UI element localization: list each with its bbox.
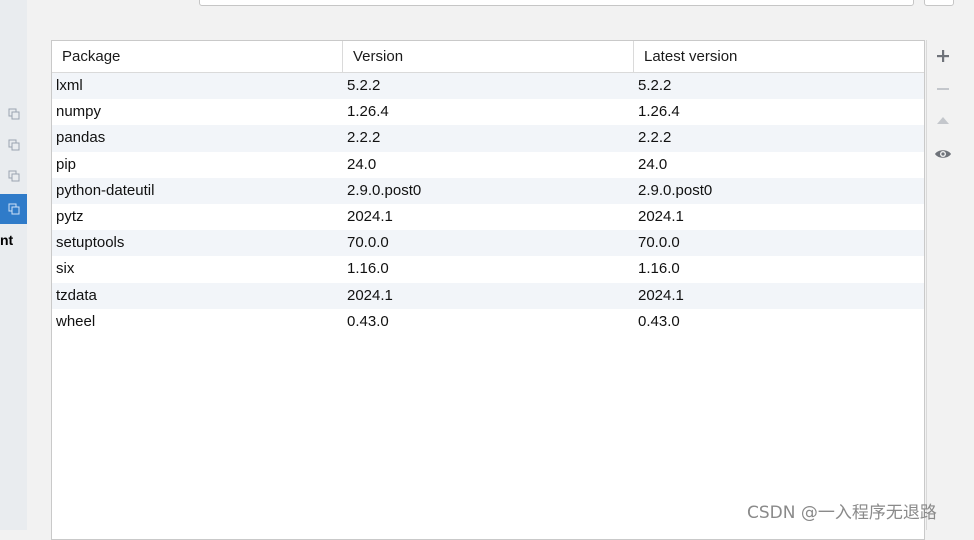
package-name: pytz [56, 207, 84, 225]
package-latest-version: 1.16.0 [638, 260, 680, 278]
package-latest-version: 2.2.2 [638, 129, 672, 147]
sidebar-item-4-selected[interactable] [0, 194, 27, 224]
package-latest-version: 2024.1 [638, 286, 684, 304]
table-body: lxml 5.2.2 5.2.2 numpy 1.26.4 1.26.4 pan… [52, 73, 924, 335]
package-name: setuptools [56, 234, 125, 252]
package-version: 2.2.2 [347, 129, 381, 147]
package-latest-version: 5.2.2 [638, 77, 672, 94]
column-header-package[interactable]: Package [52, 41, 343, 72]
table-row[interactable]: pandas 2.2.2 2.2.2 [52, 125, 924, 152]
package-toolbar [926, 40, 959, 530]
package-name: lxml [56, 77, 83, 94]
plus-icon [937, 50, 949, 62]
package-latest-version: 0.43.0 [638, 312, 680, 330]
table-row[interactable]: pip 24.0 24.0 [52, 151, 924, 178]
package-latest-version: 2024.1 [638, 207, 684, 225]
package-version: 5.2.2 [347, 77, 381, 94]
package-name: numpy [56, 103, 102, 121]
table-row[interactable]: tzdata 2024.1 2024.1 [52, 282, 924, 309]
remove-package-button[interactable] [930, 76, 956, 102]
package-name: tzdata [56, 286, 97, 304]
column-header-version[interactable]: Version [343, 41, 634, 72]
copy-icon [8, 170, 19, 182]
sidebar-item-3[interactable] [0, 161, 27, 191]
show-early-releases-button[interactable] [930, 141, 956, 167]
eye-icon [935, 150, 951, 158]
minus-icon [937, 88, 949, 90]
package-version: 2.9.0.post0 [347, 181, 422, 199]
package-version: 1.16.0 [347, 260, 389, 278]
package-version: 24.0 [347, 155, 377, 173]
sidebar-partial-label: nt [0, 232, 14, 248]
copy-icon [8, 108, 19, 120]
package-latest-version: 2.9.0.post0 [638, 181, 713, 199]
add-package-button[interactable] [930, 43, 956, 69]
package-version: 70.0.0 [347, 234, 389, 252]
watermark-text: CSDN @一入程序无退路 [747, 503, 937, 523]
table-header: Package Version Latest version [52, 41, 924, 73]
sidebar-item-2[interactable] [0, 130, 27, 160]
table-row[interactable]: lxml 5.2.2 5.2.2 [52, 73, 924, 100]
package-version: 2024.1 [347, 286, 393, 304]
package-name: pip [56, 155, 77, 173]
sidebar-item-1[interactable] [0, 99, 27, 129]
copy-icon [8, 139, 19, 151]
package-name: wheel [56, 312, 96, 330]
table-row[interactable]: pytz 2024.1 2024.1 [52, 203, 924, 231]
package-version: 1.26.4 [347, 103, 389, 121]
package-version: 2024.1 [347, 207, 393, 225]
table-row[interactable]: numpy 1.26.4 1.26.4 [52, 99, 924, 126]
top-side-button[interactable] [924, 0, 954, 6]
upgrade-package-button[interactable] [930, 108, 956, 134]
top-input-field[interactable] [199, 0, 914, 6]
table-row[interactable]: wheel 0.43.0 0.43.0 [52, 308, 924, 335]
package-name: pandas [56, 129, 106, 147]
package-name: python-dateutil [56, 181, 155, 199]
table-row[interactable]: six 1.16.0 1.16.0 [52, 256, 924, 283]
column-header-latest-version[interactable]: Latest version [634, 41, 924, 72]
table-row[interactable]: setuptools 70.0.0 70.0.0 [52, 230, 924, 257]
package-latest-version: 70.0.0 [638, 234, 680, 252]
triangle-up-icon [937, 117, 949, 124]
table-row[interactable]: python-dateutil 2.9.0.post0 2.9.0.post0 [52, 177, 924, 204]
package-latest-version: 1.26.4 [638, 103, 680, 121]
package-table: Package Version Latest version lxml 5.2.… [51, 40, 925, 540]
package-version: 0.43.0 [347, 312, 389, 330]
settings-sidebar [0, 0, 27, 530]
package-latest-version: 24.0 [638, 155, 668, 173]
package-name: six [56, 260, 75, 278]
copy-icon [8, 203, 19, 215]
